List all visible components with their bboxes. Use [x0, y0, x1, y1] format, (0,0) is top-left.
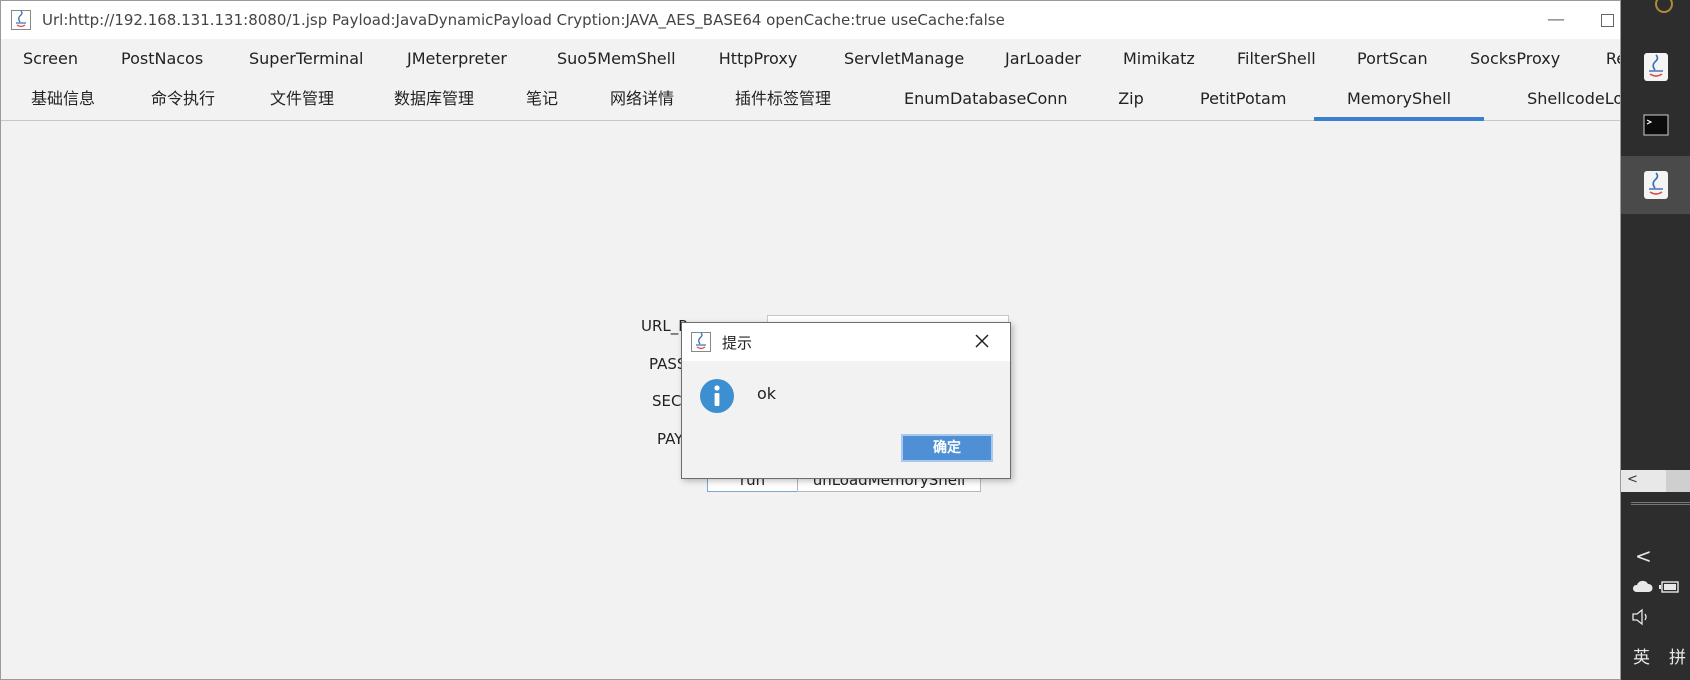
tab-plugin-9[interactable]: FilterShell: [1237, 39, 1316, 79]
taskbar-java-app-active[interactable]: [1621, 156, 1690, 214]
tab-main-10[interactable]: MemoryShell: [1314, 79, 1484, 121]
dialog-title-bar[interactable]: 提示: [682, 323, 1010, 361]
tab-plugin-5[interactable]: HttpProxy: [718, 39, 798, 79]
tab-plugin-6[interactable]: ServletManage: [844, 39, 964, 79]
tab-main-6[interactable]: 插件标签管理: [735, 79, 831, 119]
tab-main-3[interactable]: 数据库管理: [394, 79, 474, 119]
tab-main-2[interactable]: 文件管理: [270, 79, 334, 119]
info-icon: [700, 379, 734, 413]
tab-main-7[interactable]: EnumDatabaseConn: [904, 79, 1068, 119]
cloud-icon[interactable]: [1631, 578, 1653, 594]
dialog-message: ok: [757, 384, 777, 403]
tab-plugin-11[interactable]: SocksProxy: [1470, 39, 1560, 79]
tab-plugin-12[interactable]: Re: [1601, 39, 1620, 79]
notification-icon[interactable]: [1651, 0, 1677, 14]
terminal-icon: [1643, 114, 1669, 136]
input-language-indicator[interactable]: 英: [1633, 643, 1650, 668]
tab-main-1[interactable]: 命令执行: [151, 79, 215, 119]
window-title: Url:http://192.168.131.131:8080/1.jsp Pa…: [42, 11, 1005, 29]
volume-icon[interactable]: [1631, 608, 1653, 626]
taskbar-scrollbar[interactable]: <: [1621, 470, 1690, 492]
secret-key-label: SEC: [652, 392, 682, 410]
minimize-button[interactable]: —: [1541, 7, 1571, 33]
battery-icon[interactable]: [1659, 580, 1681, 594]
java-app-icon: [11, 10, 31, 30]
java-app-icon: [691, 332, 711, 352]
close-icon[interactable]: [972, 331, 992, 351]
taskbar-terminal-app[interactable]: [1621, 96, 1690, 154]
tab-main-0[interactable]: 基础信息: [31, 79, 95, 119]
scroll-left-arrow[interactable]: <: [1627, 472, 1638, 487]
tab-plugin-4[interactable]: Suo5MemShell: [557, 39, 676, 79]
payload-label: PAY: [657, 430, 684, 448]
dialog-title: 提示: [722, 334, 753, 352]
tab-main-5[interactable]: 网络详情: [610, 79, 674, 119]
message-dialog: 提示 ok 确定: [681, 322, 1011, 479]
tab-plugin-0[interactable]: Screen: [23, 39, 78, 79]
tab-plugin-8[interactable]: Mimikatz: [1123, 39, 1195, 79]
taskbar-java-app[interactable]: [1621, 38, 1690, 96]
tab-plugin-3[interactable]: JMeterpreter: [405, 39, 509, 79]
java-icon: [1644, 171, 1668, 199]
tab-main-8[interactable]: Zip: [1118, 79, 1144, 119]
show-hidden-icons-chevron[interactable]: <: [1635, 544, 1652, 568]
tab-main-11[interactable]: ShellcodeLoa: [1525, 79, 1620, 119]
tab-plugin-10[interactable]: PortScan: [1357, 39, 1428, 79]
ok-button[interactable]: 确定: [901, 434, 993, 462]
maximize-button[interactable]: [1591, 7, 1620, 33]
tab-plugin-2[interactable]: SuperTerminal: [249, 39, 364, 79]
taskbar: < < 英 拼: [1621, 0, 1690, 680]
title-bar[interactable]: Url:http://192.168.131.131:8080/1.jsp Pa…: [1, 1, 1620, 39]
input-mode-indicator[interactable]: 拼: [1669, 643, 1686, 668]
scrollbar-thumb[interactable]: [1666, 470, 1690, 492]
java-icon: [1644, 53, 1668, 81]
plugin-tab-row: Screen PostNacos SuperTerminal JMeterpreter…: [1, 39, 1620, 79]
divider: [1631, 502, 1690, 505]
tab-main-9[interactable]: PetitPotam: [1200, 79, 1286, 119]
main-tab-row: 基础信息 命令执行 文件管理 数据库管理 笔记 网络详情 插件标签管理 EnumDatabas…: [1, 79, 1620, 121]
tab-plugin-7[interactable]: JarLoader: [1005, 39, 1081, 79]
app-window: Url:http://192.168.131.131:8080/1.jsp Pa…: [0, 0, 1621, 680]
tab-main-4[interactable]: 笔记: [525, 79, 559, 119]
tab-plugin-1[interactable]: PostNacos: [121, 39, 203, 79]
